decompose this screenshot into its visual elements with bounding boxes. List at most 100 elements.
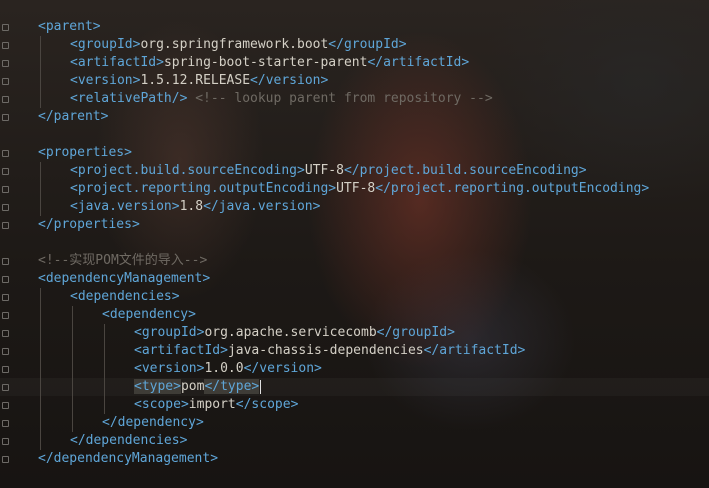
code-token: > — [220, 343, 228, 358]
code-token: > — [179, 433, 188, 448]
code-line[interactable]: <parent> — [0, 18, 709, 36]
code-line[interactable]: <dependencyManagement> — [0, 270, 709, 288]
code-token: </ — [243, 361, 260, 376]
code-token: </ — [343, 163, 360, 178]
code-line[interactable]: <!--实现POM文件的导入--> — [0, 252, 709, 270]
code-token: UTF-8 — [336, 181, 376, 196]
code-line[interactable]: <project.reporting.outputEncoding>UTF-8<… — [0, 180, 709, 198]
code-line[interactable]: <type>pom</type> — [0, 378, 709, 396]
code-token: project.build.sourceEncoding — [77, 163, 297, 178]
code-token: > — [517, 343, 526, 358]
code-token: > — [131, 217, 140, 232]
code-token: java-chassis-dependencies — [227, 343, 424, 358]
code-token: </ — [423, 343, 440, 358]
code-token: </ — [376, 325, 393, 340]
code-token: </ — [38, 217, 54, 232]
code-token: dependency — [117, 415, 196, 430]
code-line[interactable]: </dependency> — [0, 414, 709, 432]
code-line[interactable]: <java.version>1.8</java.version> — [0, 198, 709, 216]
code-line[interactable]: <groupId>org.apache.servicecomb</groupId… — [0, 324, 709, 342]
code-line[interactable]: <version>1.0.0</version> — [0, 360, 709, 378]
code-token: > — [641, 181, 650, 196]
code-line[interactable]: <properties> — [0, 144, 709, 162]
code-line[interactable]: <artifactId>java-chassis-dependencies</a… — [0, 342, 709, 360]
code-token: > — [314, 361, 322, 376]
code-token: < — [70, 91, 78, 106]
code-token: > — [202, 271, 211, 286]
code-token: relativePath — [77, 91, 172, 106]
code-token: > — [188, 307, 196, 322]
code-line[interactable]: </parent> — [0, 108, 709, 126]
code-line[interactable]: <dependency> — [0, 306, 709, 324]
code-token: version — [141, 361, 197, 376]
code-token: < — [70, 37, 78, 52]
code-token: 1.0.0 — [204, 361, 244, 376]
code-token: artifactId — [439, 343, 518, 358]
code-token: > — [180, 397, 189, 412]
code-editor[interactable]: <parent> <groupId>org.springframework.boo… — [0, 0, 709, 488]
code-token: > — [124, 145, 132, 160]
code-token: java.version — [218, 199, 313, 214]
code-token: dependencies — [85, 433, 180, 448]
code-line[interactable]: <project.build.sourceEncoding>UTF-8</pro… — [0, 162, 709, 180]
code-token: project.reporting.outputEncoding — [390, 181, 642, 196]
code-token: groupId — [77, 37, 133, 52]
code-token: type — [141, 379, 174, 394]
code-line[interactable]: <dependencies> — [0, 288, 709, 306]
code-token: groupId — [141, 325, 197, 340]
code-token: /> — [171, 91, 188, 106]
code-token: scope — [141, 397, 181, 412]
code-token: dependency — [109, 307, 189, 322]
code-line[interactable]: <version>1.5.12.RELEASE</version> — [0, 72, 709, 90]
code-token: dependencies — [77, 289, 172, 304]
code-token: parent — [45, 19, 93, 34]
code-token: < — [70, 199, 78, 214]
code-token: <!--实现POM文件的导入--> — [38, 253, 208, 268]
code-token: > — [578, 163, 587, 178]
code-line[interactable]: </dependencyManagement> — [0, 450, 709, 468]
code-line[interactable] — [0, 234, 709, 252]
code-token: type — [220, 379, 252, 394]
code-token: < — [134, 397, 142, 412]
code-token: </ — [38, 451, 54, 466]
code-token: > — [320, 73, 329, 88]
code-token: java.version — [77, 199, 172, 214]
code-token: UTF-8 — [304, 163, 344, 178]
code-token: </ — [204, 379, 221, 394]
code-token: > — [156, 55, 164, 70]
code-line[interactable]: </properties> — [0, 216, 709, 234]
code-token: version — [259, 361, 315, 376]
code-token: > — [312, 199, 321, 214]
code-token: 1.8 — [179, 199, 204, 214]
code-line[interactable]: <groupId>org.springframework.boot</group… — [0, 36, 709, 54]
code-token: artifactId — [141, 343, 221, 358]
code-line[interactable] — [0, 126, 709, 144]
code-line[interactable]: <artifactId>spring-boot-starter-parent</… — [0, 54, 709, 72]
code-token: > — [210, 451, 219, 466]
code-token: > — [171, 289, 180, 304]
code-token: > — [195, 415, 204, 430]
code-line[interactable]: <scope>import</scope> — [0, 396, 709, 414]
code-line[interactable]: </dependencies> — [0, 432, 709, 450]
code-token: < — [38, 145, 46, 160]
code-token: > — [328, 181, 337, 196]
code-token: > — [92, 19, 101, 34]
code-token: </ — [102, 415, 118, 430]
code-token: < — [134, 325, 142, 340]
code-token: > — [296, 163, 305, 178]
code-token: scope — [251, 397, 291, 412]
code-token: > — [171, 199, 180, 214]
code-token: 1.5.12.RELEASE — [140, 73, 251, 88]
code-token: > — [290, 397, 299, 412]
code-token: > — [173, 379, 181, 394]
code-token: < — [134, 343, 142, 358]
code-token: artifactId — [383, 55, 462, 70]
code-line[interactable]: <relativePath/> <!-- lookup parent from … — [0, 90, 709, 108]
code-token: groupId — [343, 37, 399, 52]
code-token: pom — [180, 379, 205, 394]
code-token: < — [38, 19, 46, 34]
code-token: > — [447, 325, 455, 340]
code-token: < — [134, 361, 142, 376]
code-token: properties — [53, 217, 132, 232]
code-token: < — [70, 73, 78, 88]
